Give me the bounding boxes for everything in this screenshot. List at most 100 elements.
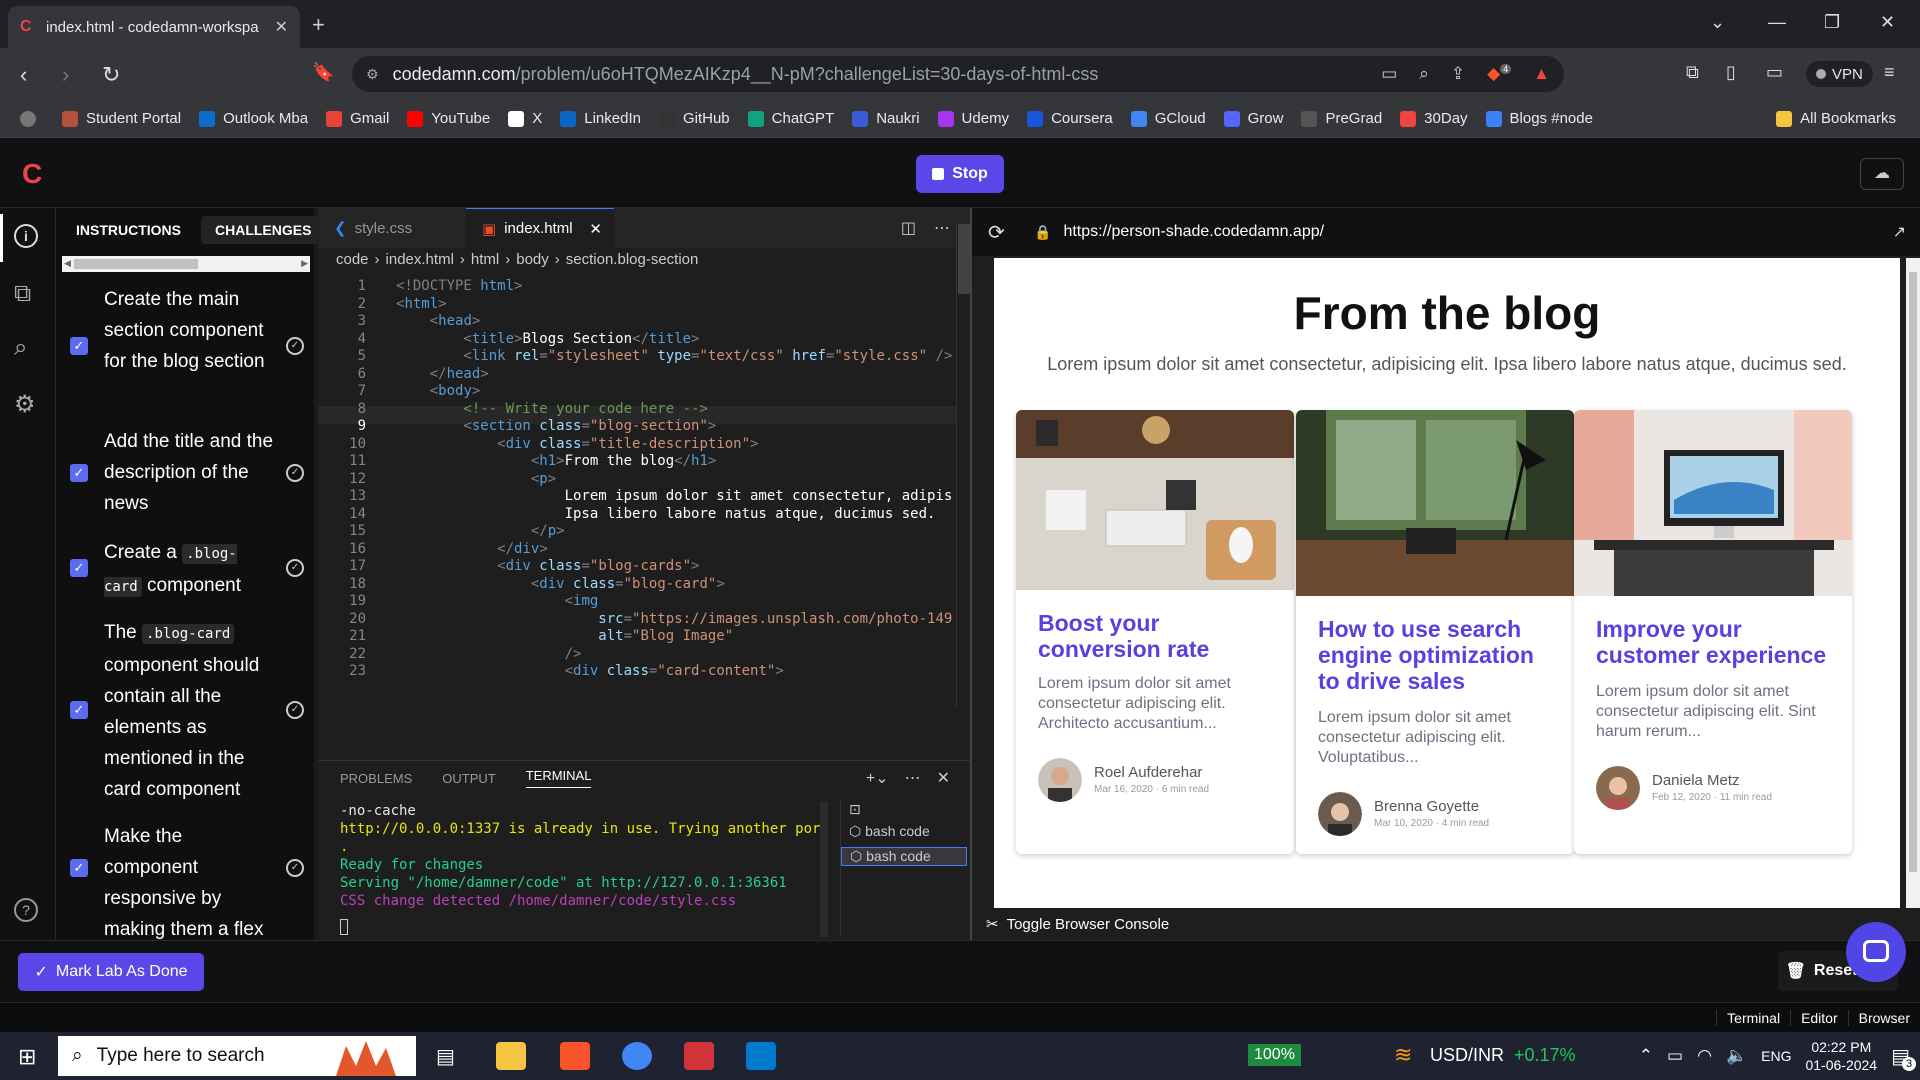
breadcrumb-item[interactable]: section.blog-section — [566, 251, 699, 268]
preview-scrollbar[interactable] — [1906, 258, 1920, 908]
refresh-icon[interactable]: ⟳ — [988, 220, 1005, 245]
task-item[interactable]: ✓ Create a .blog-card component ✓ — [56, 537, 314, 603]
menu-icon[interactable]: ≡ — [1884, 62, 1895, 83]
task-checkbox[interactable]: ✓ — [70, 337, 88, 355]
open-external-icon[interactable]: ↗ — [1893, 222, 1906, 242]
bookmark-item[interactable]: GitHub — [658, 110, 730, 127]
address-bar[interactable]: ⚙ codedamn.com/problem/u6oHTQMezAIKzp4__… — [352, 56, 1564, 92]
bookmark-item[interactable]: Grow — [1223, 110, 1283, 127]
bookmark-item[interactable]: 30Day — [1400, 110, 1468, 127]
scroll-right-icon[interactable]: ▶ — [301, 258, 308, 269]
notification-icon[interactable]: ▤ 3 — [1891, 1044, 1916, 1071]
terminal-item-active[interactable]: ⬡ bash code — [841, 847, 967, 866]
code-line[interactable]: <h1>From the blog</h1> — [396, 453, 716, 469]
code-line[interactable]: <div class="card-content"> — [396, 663, 784, 679]
volume-icon[interactable]: 🔈 — [1726, 1046, 1747, 1066]
scroll-left-icon[interactable]: ◀ — [64, 258, 71, 269]
breadcrumb-item[interactable]: code — [336, 251, 369, 268]
maximize-icon[interactable]: ❐ — [1824, 12, 1840, 33]
bookmark-icon[interactable]: 🔖 — [312, 62, 334, 83]
task-item[interactable]: ✓ Create the main section component for t… — [56, 284, 314, 377]
code-line[interactable]: <!-- Write your code here --> — [396, 401, 707, 417]
card-title[interactable]: How to use search engine optimization to… — [1318, 616, 1558, 694]
code-line[interactable]: src="https://images.unsplash.com/photo-1… — [396, 611, 952, 627]
settings-icon[interactable]: ⚙ — [14, 390, 36, 419]
task-checkbox[interactable]: ✓ — [70, 559, 88, 577]
help-icon[interactable]: ? — [14, 898, 38, 922]
reload-icon[interactable]: ↻ — [102, 62, 120, 88]
browser-tab[interactable]: C index.html - codedamn-workspa ✕ — [8, 6, 300, 48]
code-line[interactable]: <title>Blogs Section</title> — [396, 331, 699, 347]
stop-button[interactable]: Stop — [916, 155, 1004, 193]
bookmark-item[interactable]: PreGrad — [1301, 110, 1382, 127]
extensions-icon[interactable]: ⧉ — [1686, 62, 1699, 83]
view-terminal[interactable]: Terminal — [1716, 1009, 1790, 1026]
bookmark-item[interactable]: Udemy — [937, 110, 1009, 127]
task-item[interactable]: ✓ The .blog-card component should contain… — [56, 617, 314, 805]
code-line[interactable]: <!DOCTYPE html> — [396, 278, 522, 294]
zoom-icon[interactable]: ⌕ — [1419, 64, 1429, 84]
editor-scroll-thumb[interactable] — [958, 224, 970, 294]
site-info-icon[interactable]: ⚙ — [366, 66, 379, 83]
code-line[interactable]: Ipsa libero labore natus atque, ducimus … — [396, 506, 936, 522]
forward-icon[interactable]: › — [62, 62, 69, 88]
code-line[interactable]: <p> — [396, 471, 556, 487]
code-line[interactable]: <img — [396, 593, 599, 609]
vpn-button[interactable]: VPN — [1806, 61, 1873, 87]
task-checkbox[interactable]: ✓ — [70, 701, 88, 719]
mark-lab-done-button[interactable]: ✓ Mark Lab As Done — [18, 953, 204, 991]
vscode-icon[interactable] — [746, 1042, 776, 1070]
code-line[interactable]: <html> — [396, 296, 447, 312]
bookmark-item[interactable]: Gmail — [326, 110, 389, 127]
blog-card[interactable]: How to use search engine optimization to… — [1296, 410, 1574, 854]
tab-style-css[interactable]: ❮ style.css — [318, 208, 466, 248]
minimize-icon[interactable]: — — [1768, 12, 1786, 33]
scrollbar-thumb[interactable] — [74, 259, 198, 269]
code-line[interactable]: <head> — [396, 313, 481, 329]
share-icon[interactable]: ⇪ — [1451, 64, 1465, 84]
new-terminal-icon[interactable]: +⌄ — [866, 768, 889, 788]
card-title[interactable]: Boost your conversion rate — [1038, 610, 1278, 662]
view-editor[interactable]: Editor — [1790, 1009, 1848, 1026]
more-actions-icon[interactable]: ⋯ — [905, 768, 921, 788]
language-indicator[interactable]: ENG — [1761, 1048, 1791, 1064]
files-icon[interactable]: ⧉ — [14, 280, 31, 308]
split-editor-icon[interactable]: ◫ — [901, 218, 916, 238]
ticker-name[interactable]: USD/INR — [1430, 1045, 1504, 1066]
code-line[interactable]: /> — [396, 646, 582, 662]
tab-output[interactable]: OUTPUT — [442, 771, 495, 786]
task-checkbox[interactable]: ✓ — [70, 463, 88, 482]
bookmark-item[interactable]: Student Portal — [62, 110, 181, 127]
bookmark-item[interactable]: YouTube — [407, 110, 490, 127]
task-checkbox[interactable]: ✓ — [70, 858, 88, 877]
codedamn-logo[interactable]: C — [22, 158, 42, 190]
code-line[interactable]: <div class="title-description"> — [396, 436, 758, 452]
windows-start-icon[interactable]: ⊞ — [18, 1044, 36, 1070]
breadcrumb-item[interactable]: body — [516, 251, 549, 268]
editor-scrollbar[interactable] — [956, 224, 970, 708]
chrome-icon[interactable] — [622, 1042, 652, 1070]
blog-card[interactable]: Improve your customer experience Lorem i… — [1574, 410, 1852, 854]
battery-icon[interactable]: ▭ — [1667, 1046, 1683, 1066]
chat-support-button[interactable] — [1846, 922, 1906, 982]
bookmark-item[interactable]: Outlook Mba — [199, 110, 308, 127]
cast-icon[interactable]: ▭ — [1381, 64, 1397, 84]
cloud-icon[interactable]: ☁ — [1860, 158, 1904, 190]
breadcrumb-item[interactable]: index.html — [386, 251, 454, 268]
tab-terminal[interactable]: TERMINAL — [525, 768, 592, 788]
more-actions-icon[interactable]: ⋯ — [934, 218, 950, 238]
tab-index-html[interactable]: ▣ index.html ✕ — [466, 208, 614, 248]
bookmark-item[interactable]: Blogs #node — [1485, 110, 1593, 127]
blog-card[interactable]: Boost your conversion rate Lorem ipsum d… — [1016, 410, 1294, 854]
preview-scroll-thumb[interactable] — [1909, 272, 1917, 872]
toggle-browser-console[interactable]: ✂ Toggle Browser Console — [972, 908, 1920, 940]
wallet-icon[interactable]: ▭ — [1766, 62, 1783, 83]
terminal-item[interactable]: ⬡ bash code — [849, 823, 930, 840]
code-line[interactable]: </head> — [396, 366, 489, 382]
code-line[interactable]: </p> — [396, 523, 565, 539]
close-tab-icon[interactable]: ✕ — [589, 220, 602, 238]
all-bookmarks[interactable]: All Bookmarks — [1776, 110, 1896, 127]
code-line[interactable]: <link rel="stylesheet" type="text/css" h… — [396, 348, 952, 364]
tab-instructions[interactable]: INSTRUCTIONS — [76, 222, 181, 238]
bookmark-item[interactable]: Naukri — [852, 110, 920, 127]
